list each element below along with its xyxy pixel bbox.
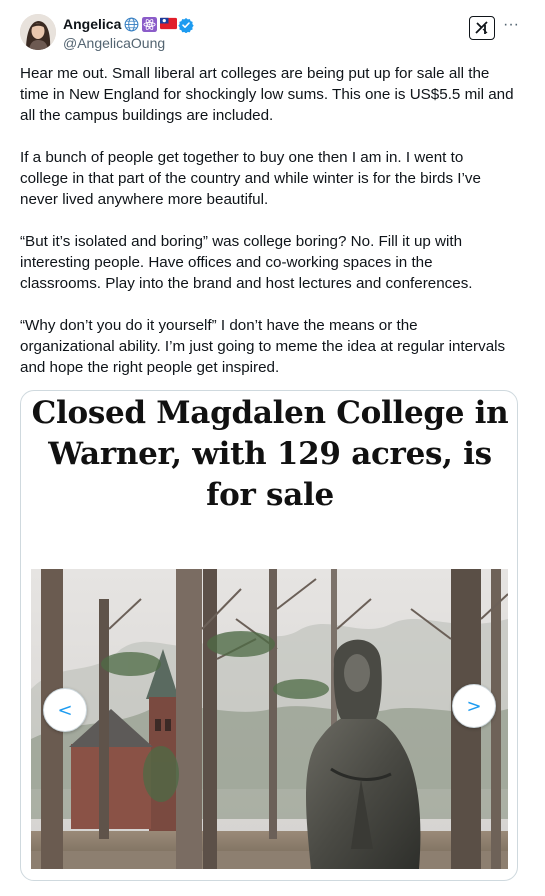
text-line: Hear me out. Small liberal art colleges … — [20, 65, 490, 82]
text-line: time in New England for shockingly low s… — [20, 86, 514, 103]
headline-line: for sale — [206, 477, 334, 513]
display-name-row: Angelica — [63, 15, 195, 33]
text-line: all the campus buildings are included. — [20, 107, 274, 124]
media-headline: Closed Magdalen College in Warner, with … — [21, 393, 517, 516]
text-line: college in that part of the country and … — [20, 170, 481, 187]
verified-badge-icon — [178, 17, 195, 33]
handle[interactable]: @AngelicaOung — [63, 35, 193, 51]
more-options-button[interactable]: ··· — [503, 17, 519, 33]
grok-icon[interactable] — [469, 16, 495, 40]
avatar[interactable] — [20, 14, 56, 50]
text-line: “But it’s isolated and boring” was colle… — [20, 233, 463, 250]
tweet-text: Hear me out. Small liberal art colleges … — [20, 63, 525, 399]
statue-photo — [31, 569, 508, 869]
text-line: never lived anywhere more beautiful. — [20, 191, 269, 208]
tweet-paragraph: If a bunch of people get together to buy… — [20, 147, 525, 210]
text-line: classrooms. Play into the brand and host… — [20, 275, 473, 292]
author-names: Angelica @AngelicaOung — [63, 15, 195, 51]
atom-icon — [142, 16, 158, 32]
headline-line: Closed Magdalen College in — [31, 395, 509, 431]
tweet-paragraph: “Why don’t you do it yourself” I don’t h… — [20, 315, 525, 378]
tweet-paragraph: “But it’s isolated and boring” was colle… — [20, 231, 525, 294]
taiwan-flag-icon — [160, 17, 178, 32]
text-line: organizational ability. I’m just going t… — [20, 338, 506, 355]
carousel-prev-button[interactable]: < — [43, 688, 87, 732]
globe-icon — [124, 17, 139, 32]
tweet-paragraph: Hear me out. Small liberal art colleges … — [20, 63, 525, 126]
text-line: “Why don’t you do it yourself” I don’t h… — [20, 317, 418, 334]
text-line: and hope the right people get inspired. — [20, 359, 280, 376]
tweet-header: Angelica @AngelicaOung ··· — [20, 14, 525, 54]
carousel-next-button[interactable]: > — [452, 684, 496, 728]
media-card[interactable]: Closed Magdalen College in Warner, with … — [20, 390, 518, 881]
headline-line: Warner, with 129 acres, is — [48, 436, 492, 472]
text-line: If a bunch of people get together to buy… — [20, 149, 464, 166]
display-name[interactable]: Angelica — [63, 16, 121, 32]
text-line: interesting people. Have offices and co-… — [20, 254, 433, 271]
